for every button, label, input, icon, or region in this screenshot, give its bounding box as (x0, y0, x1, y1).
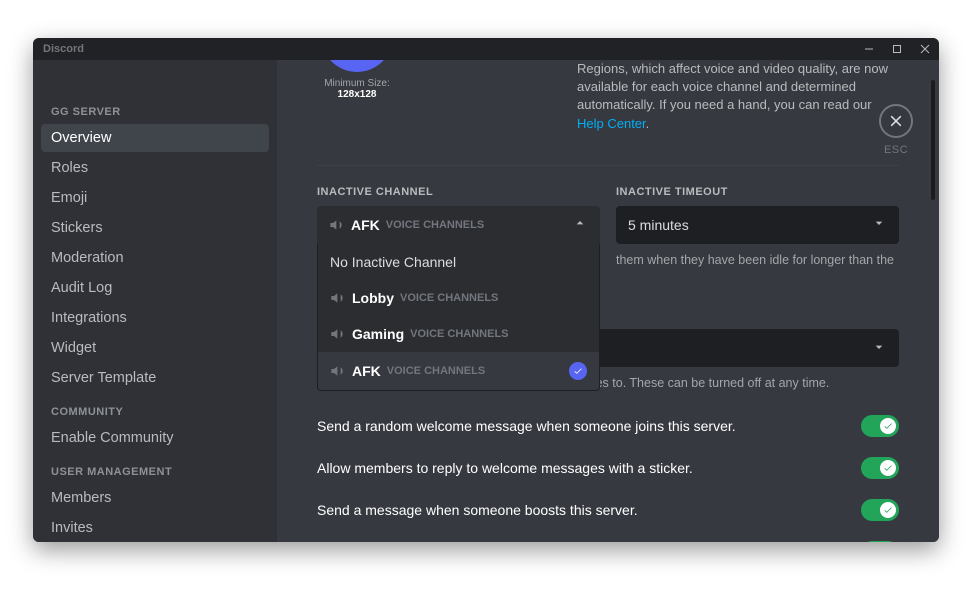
server-icon-section: Minimum Size: 128x128 Regions, which aff… (317, 60, 899, 133)
chevron-down-icon (871, 339, 887, 358)
server-icon-circle (321, 60, 393, 72)
speaker-icon (330, 363, 346, 379)
content-scroller[interactable]: Minimum Size: 128x128 Regions, which aff… (277, 60, 939, 542)
app-window: Discord GG Server Overview Roles Emoji S… (33, 38, 939, 542)
app-title: Discord (43, 43, 84, 55)
toggle-row-sticker-reply: Allow members to reply to welcome messag… (317, 447, 899, 489)
sidebar-item-members[interactable]: Members (41, 484, 269, 512)
divider (317, 165, 899, 166)
toggle-label: Send a message when someone boosts this … (317, 502, 861, 518)
scrollbar[interactable] (931, 80, 935, 200)
region-text: Regions, which affect voice and video qu… (577, 61, 888, 112)
inactive-channel-col: Inactive Channel AFK Voice Channels No I… (317, 186, 600, 270)
close-settings-button[interactable] (879, 104, 913, 138)
dropdown-item-lobby[interactable]: Lobby Voice Channels (318, 280, 599, 316)
check-icon (569, 362, 587, 380)
close-window-button[interactable] (911, 38, 939, 60)
close-esc-label: ESC (879, 144, 913, 156)
speaker-icon (330, 290, 346, 306)
inactive-channel-value: AFK (351, 217, 380, 233)
toggle-label: Send a random welcome message when someo… (317, 418, 861, 434)
inactive-channel-label: Inactive Channel (317, 186, 600, 198)
sidebar-section-server: GG Server (41, 100, 269, 124)
inactive-timeout-label: Inactive Timeout (616, 186, 899, 198)
body: GG Server Overview Roles Emoji Stickers … (33, 60, 939, 542)
speaker-icon (330, 326, 346, 342)
sidebar-item-integrations[interactable]: Integrations (41, 304, 269, 332)
toggle-row-boost: Send a message when someone boosts this … (317, 489, 899, 531)
chevron-up-icon (572, 215, 588, 234)
inactive-channel-dropdown: No Inactive Channel Lobby Voice Channels… (317, 244, 600, 391)
inactive-channel-cat: Voice Channels (386, 219, 484, 231)
sidebar-section-community: Community (41, 400, 269, 424)
inactive-row: Inactive Channel AFK Voice Channels No I… (317, 186, 899, 270)
chevron-down-icon (871, 215, 887, 234)
toggle-row-tips: Send helpful tips for server setup. (317, 531, 899, 542)
titlebar: Discord (33, 38, 939, 60)
inactive-helper: them when they have been idle for longer… (616, 252, 899, 270)
sidebar-item-roles[interactable]: Roles (41, 154, 269, 182)
help-center-link[interactable]: Help Center (577, 116, 646, 131)
server-icon-preview[interactable]: Minimum Size: 128x128 (317, 60, 397, 133)
toggle-welcome[interactable] (861, 415, 899, 437)
sidebar-item-invites[interactable]: Invites (41, 514, 269, 542)
toggle-tips[interactable] (861, 541, 899, 542)
region-description: Regions, which affect voice and video qu… (577, 60, 899, 133)
sidebar-item-enable-community[interactable]: Enable Community (41, 424, 269, 452)
speaker-icon (329, 217, 345, 233)
sidebar-item-moderation[interactable]: Moderation (41, 244, 269, 272)
dropdown-item-gaming[interactable]: Gaming Voice Channels (318, 316, 599, 352)
toggle-row-welcome: Send a random welcome message when someo… (317, 405, 899, 447)
server-icon-minsize: Minimum Size: 128x128 (317, 78, 397, 100)
minimize-button[interactable] (855, 38, 883, 60)
sidebar-item-server-template[interactable]: Server Template (41, 364, 269, 392)
settings-content: ESC Minimum Size: 128x128 Regions, which… (277, 60, 939, 542)
maximize-button[interactable] (883, 38, 911, 60)
settings-sidebar: GG Server Overview Roles Emoji Stickers … (33, 60, 277, 542)
sidebar-item-overview[interactable]: Overview (41, 124, 269, 152)
inactive-timeout-select[interactable]: 5 minutes (616, 206, 899, 244)
close-settings-area: ESC (879, 104, 913, 156)
inactive-channel-select[interactable]: AFK Voice Channels No Inactive Channel L… (317, 206, 600, 244)
inactive-timeout-col: Inactive Timeout 5 minutes them when the… (616, 186, 899, 270)
toggle-label: Allow members to reply to welcome messag… (317, 460, 861, 476)
toggle-sticker-reply[interactable] (861, 457, 899, 479)
inactive-timeout-value: 5 minutes (628, 217, 689, 233)
sidebar-item-stickers[interactable]: Stickers (41, 214, 269, 242)
window-controls (855, 38, 939, 60)
dropdown-item-afk[interactable]: AFK Voice Channels (318, 352, 599, 390)
sidebar-section-user-mgmt: User Management (41, 460, 269, 484)
toggle-boost[interactable] (861, 499, 899, 521)
sidebar-item-audit-log[interactable]: Audit Log (41, 274, 269, 302)
sidebar-item-widget[interactable]: Widget (41, 334, 269, 362)
sidebar-item-emoji[interactable]: Emoji (41, 184, 269, 212)
dropdown-item-no-channel[interactable]: No Inactive Channel (318, 244, 599, 280)
